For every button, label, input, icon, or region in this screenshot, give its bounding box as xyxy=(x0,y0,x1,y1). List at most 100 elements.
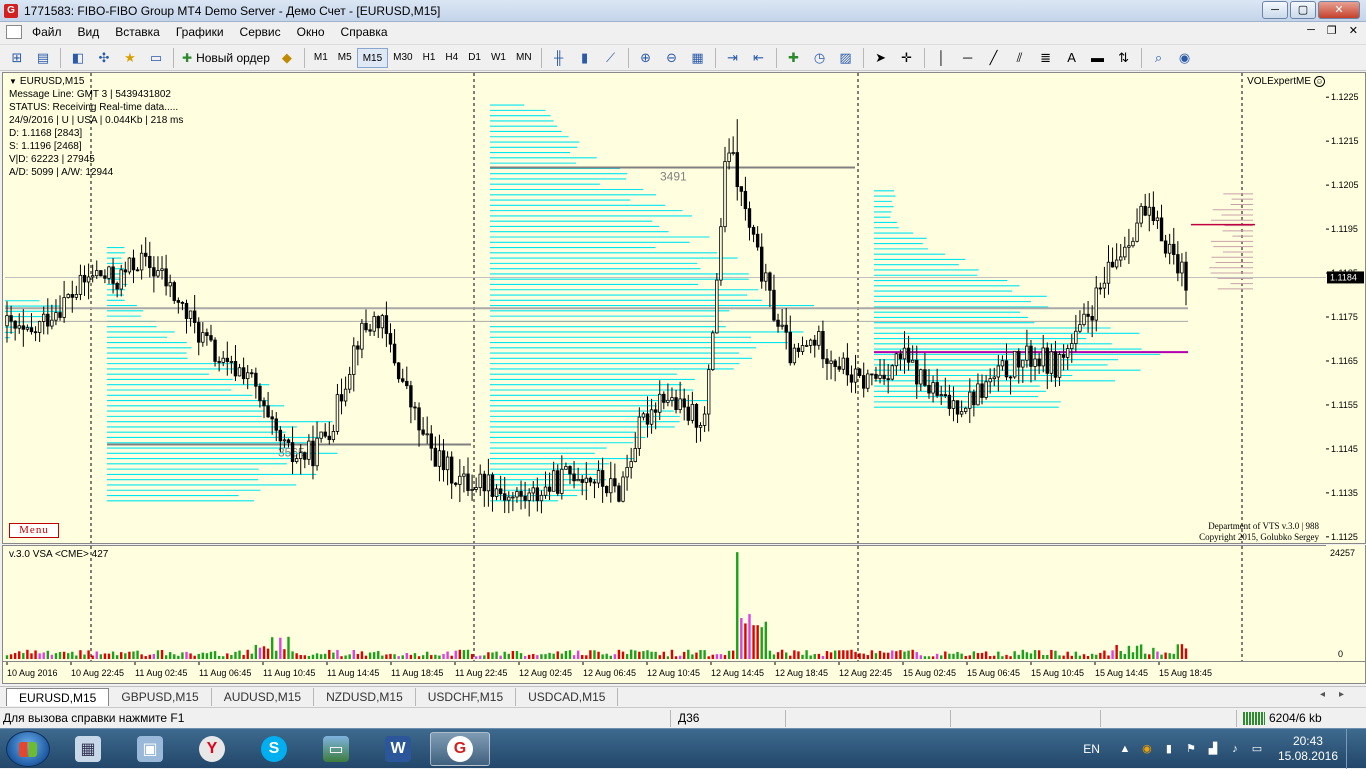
line-chart-icon[interactable]: ⟋ xyxy=(600,47,622,69)
tab-scroll-arrows[interactable]: ◂▸ xyxy=(1320,689,1358,700)
timeframe-d1[interactable]: D1 xyxy=(463,48,486,68)
window-title: 1771583: FIBO-FIBO Group MT4 Demo Server… xyxy=(24,4,440,18)
tray-flag-icon[interactable]: ⚑ xyxy=(1184,742,1198,756)
navigator-icon[interactable]: ✣ xyxy=(93,47,115,69)
timeframe-m1[interactable]: M1 xyxy=(309,48,333,68)
menu-insert[interactable]: Вставка xyxy=(107,25,168,39)
battery-icon[interactable]: ▭ xyxy=(1250,742,1264,756)
candle-body xyxy=(1172,244,1175,254)
menu-charts[interactable]: Графики xyxy=(168,25,232,39)
candle-body xyxy=(459,476,462,484)
minimize-button[interactable]: ─ xyxy=(1262,1,1288,19)
profiles-icon[interactable]: ▤ xyxy=(32,47,54,69)
favorites-icon[interactable]: ★ xyxy=(119,47,141,69)
show-desktop-button[interactable] xyxy=(1346,729,1358,769)
volume-icon[interactable]: ♪ xyxy=(1228,742,1242,756)
tray-device-icon[interactable]: ▮ xyxy=(1162,742,1176,756)
child-minimize-button[interactable]: ─ xyxy=(1307,24,1315,37)
tile-windows-icon[interactable]: ▦ xyxy=(687,47,709,69)
tab-usdcad[interactable]: USDCAD,M15 xyxy=(516,688,618,706)
timeframe-m15[interactable]: M15 xyxy=(357,48,388,68)
price-scale[interactable]: 1.1125 1.1135 1.1145 1.1155 1.1165 1.1175 1.11… xyxy=(1326,72,1366,544)
arrows-icon[interactable]: ⇅ xyxy=(1113,47,1135,69)
templates-icon[interactable]: ▨ xyxy=(835,47,857,69)
cursor-icon[interactable]: ➤ xyxy=(870,47,892,69)
candle-body xyxy=(801,345,804,351)
child-restore-button[interactable]: ❐ xyxy=(1327,24,1337,37)
zoom-in-icon[interactable]: ⊕ xyxy=(635,47,657,69)
trendline-icon[interactable]: ╱ xyxy=(983,47,1005,69)
horizontal-line-icon[interactable]: ─ xyxy=(957,47,979,69)
indicators-icon[interactable]: ✚ xyxy=(783,47,805,69)
bar-chart-icon[interactable]: ╫ xyxy=(548,47,570,69)
menu-tools[interactable]: Сервис xyxy=(232,25,289,39)
taskbar-mt4[interactable]: G xyxy=(430,732,490,766)
community-icon[interactable]: ◉ xyxy=(1174,47,1196,69)
volume-bar xyxy=(361,651,363,659)
tab-audusd[interactable]: AUDUSD,M15 xyxy=(212,688,314,706)
menu-view[interactable]: Вид xyxy=(70,25,108,39)
timeframe-m5[interactable]: M5 xyxy=(333,48,357,68)
show-hidden-icons-icon[interactable]: ▲ xyxy=(1118,742,1132,756)
menu-file[interactable]: Файл xyxy=(24,25,70,39)
chart-shift-icon[interactable]: ⇤ xyxy=(748,47,770,69)
candle-body xyxy=(760,247,763,281)
start-button[interactable] xyxy=(6,731,50,767)
candle-body xyxy=(503,494,506,500)
language-indicator[interactable]: EN xyxy=(1083,742,1100,756)
maximize-button[interactable]: ▢ xyxy=(1290,1,1316,19)
close-button[interactable]: ✕ xyxy=(1318,1,1360,19)
tab-usdchf[interactable]: USDCHF,M15 xyxy=(416,688,516,706)
volume-bar xyxy=(226,653,228,659)
taskbar-calculator[interactable]: ▦ xyxy=(58,732,118,766)
clock[interactable]: 20:43 15.08.2016 xyxy=(1278,734,1338,764)
tab-nzdusd[interactable]: NZDUSD,M15 xyxy=(314,688,416,706)
timeframe-h4[interactable]: H4 xyxy=(440,48,463,68)
volume-panel[interactable]: v.3.0 VSA <CME> 427 xyxy=(2,545,1328,662)
volume-bar xyxy=(145,656,147,659)
text-icon[interactable]: A xyxy=(1061,47,1083,69)
timeframe-h1[interactable]: H1 xyxy=(418,48,441,68)
zoom-out-icon[interactable]: ⊖ xyxy=(661,47,683,69)
child-close-button[interactable]: ✕ xyxy=(1349,24,1358,37)
indicator-menu-button[interactable]: Menu xyxy=(9,523,59,538)
terminal-icon[interactable]: ▭ xyxy=(145,47,167,69)
candle-body xyxy=(561,469,564,493)
timeframe-m30[interactable]: M30 xyxy=(388,48,417,68)
connection-status[interactable]: 6204/6 kb xyxy=(1243,711,1322,725)
tray-app-icon[interactable]: ◉ xyxy=(1140,742,1154,756)
new-order-button[interactable]: ✚ Новый ордер xyxy=(178,47,274,69)
taskbar-computer[interactable]: ▣ xyxy=(120,732,180,766)
timeframe-mn[interactable]: MN xyxy=(511,48,537,68)
taskbar-image-viewer[interactable]: ▭ xyxy=(306,732,366,766)
taskbar-skype[interactable]: S xyxy=(244,732,304,766)
taskbar-yandex[interactable]: Y xyxy=(182,732,242,766)
tab-eurusd[interactable]: EURUSD,M15 xyxy=(6,688,109,706)
market-watch-icon[interactable]: ◧ xyxy=(67,47,89,69)
candlestick-icon[interactable]: ▮ xyxy=(574,47,596,69)
taskbar-word[interactable]: W xyxy=(368,732,428,766)
price-chart[interactable]: 34913565 ▼ EURUSD,M15 Message Line: GMT … xyxy=(2,72,1328,544)
channel-icon[interactable]: ⫽ xyxy=(1009,47,1031,69)
time-axis[interactable]: 10 Aug 2016 10 Aug 22:45 11 Aug 02:45 11 Au… xyxy=(2,662,1366,684)
periods-icon[interactable]: ◷ xyxy=(809,47,831,69)
chart-window-icon[interactable] xyxy=(6,25,22,39)
new-chart-icon[interactable]: ⊞ xyxy=(6,47,28,69)
timeframe-w1[interactable]: W1 xyxy=(486,48,511,68)
auto-scroll-icon[interactable]: ⇥ xyxy=(722,47,744,69)
autotrading-icon[interactable]: ◆ xyxy=(276,47,298,69)
smiley-icon[interactable]: ☺ xyxy=(1314,76,1325,87)
fibonacci-icon[interactable]: ≣ xyxy=(1035,47,1057,69)
search-icon[interactable]: ⌕ xyxy=(1148,47,1170,69)
menu-window[interactable]: Окно xyxy=(289,25,333,39)
menu-help[interactable]: Справка xyxy=(333,25,396,39)
tab-gbpusd[interactable]: GBPUSD,M15 xyxy=(109,688,211,706)
crosshair-icon[interactable]: ✛ xyxy=(896,47,918,69)
text-label-icon[interactable]: ▬ xyxy=(1087,47,1109,69)
volume-bar xyxy=(124,653,126,659)
candle-body xyxy=(414,407,417,408)
network-icon[interactable]: ▟ xyxy=(1206,742,1220,756)
volume-bar xyxy=(1018,655,1020,659)
dropdown-icon[interactable]: ▼ xyxy=(9,75,17,88)
vertical-line-icon[interactable]: │ xyxy=(931,47,953,69)
